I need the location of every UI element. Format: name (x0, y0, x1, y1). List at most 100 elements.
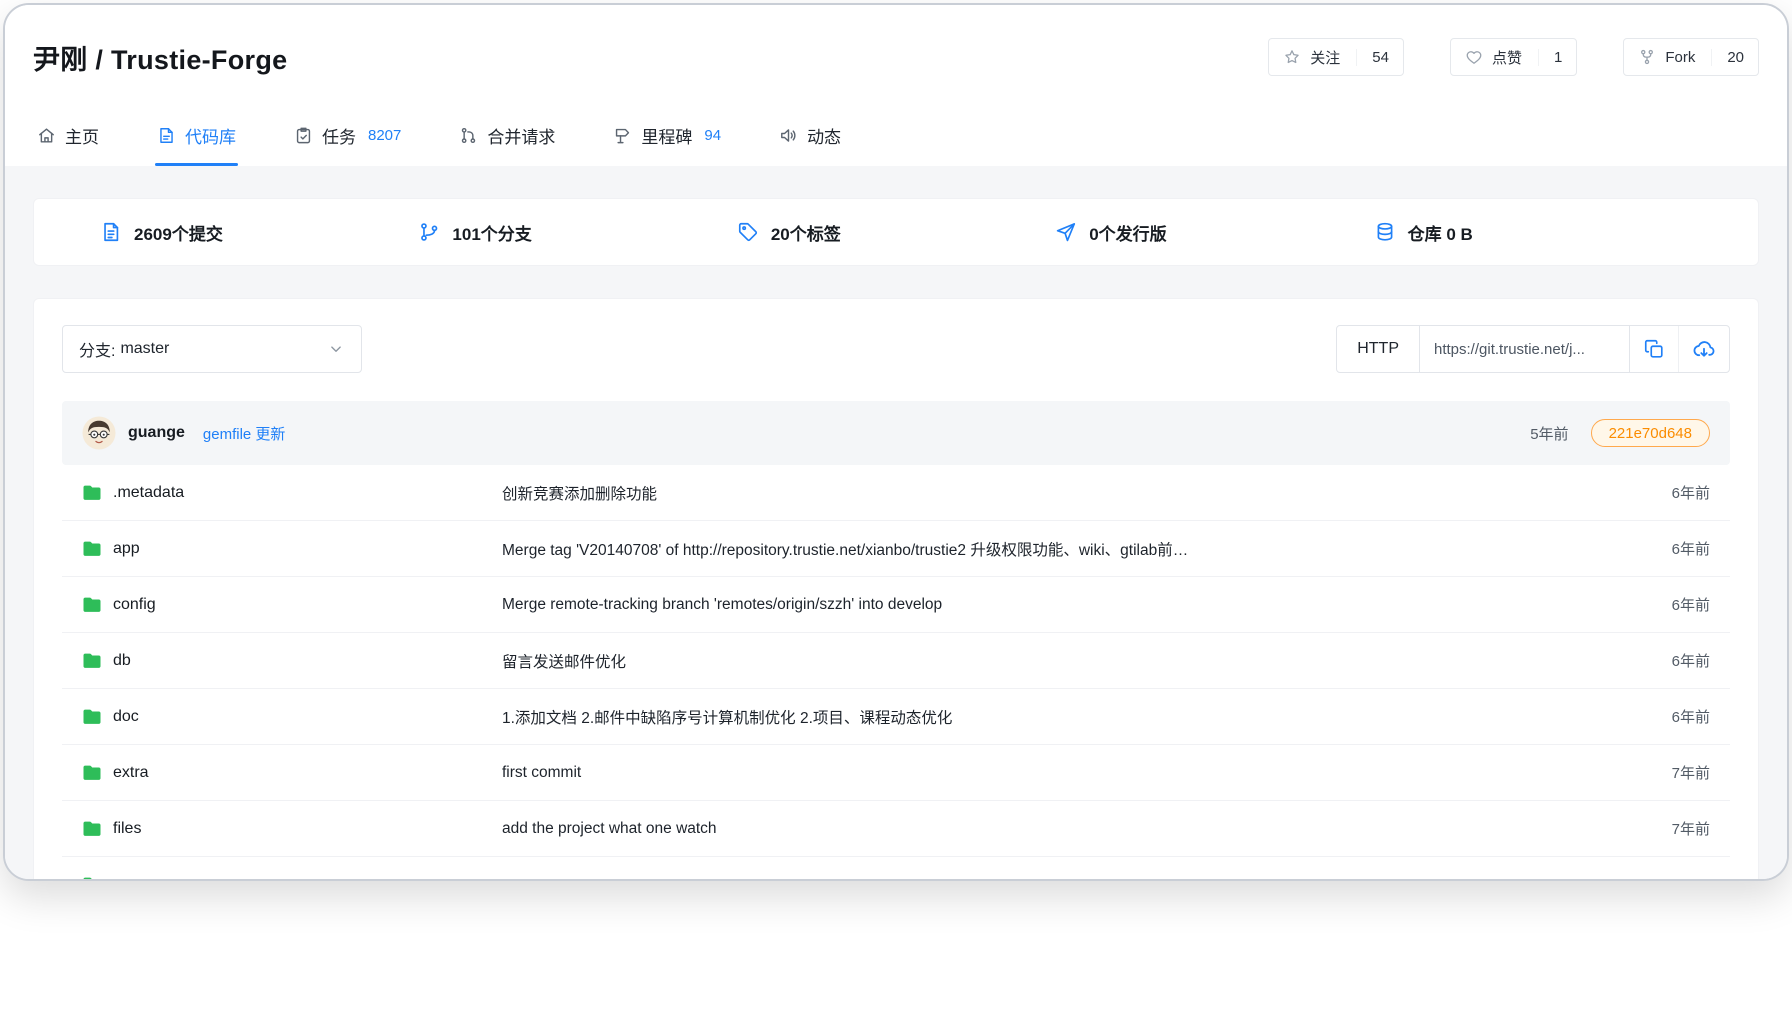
file-commit-message: 1.添加文档 2.邮件中缺陷序号计算机制优化 2.项目、课程动态优化 (502, 706, 1626, 728)
stat-repo-size[interactable]: 仓库 0 B (1374, 220, 1692, 245)
file-list: .metadata 创新竞赛添加删除功能 6年前 app Merge tag '… (62, 465, 1730, 881)
file-commit-message: 创新竞赛添加删除功能 (502, 482, 1626, 504)
file-commit-message: 留言发送邮件优化 (502, 650, 1626, 672)
stat-label: 2609个提交 (134, 220, 223, 245)
file-name: files (113, 820, 141, 838)
praise-label: 点赞 (1492, 47, 1522, 68)
commit-sha-badge[interactable]: 221e70d648 (1591, 419, 1710, 447)
praise-button[interactable]: 点赞 1 (1450, 38, 1577, 76)
file-name: doc (113, 708, 139, 726)
file-updated-time: 7年前 (1626, 818, 1710, 839)
tab-home[interactable]: 主页 (35, 109, 101, 166)
tab-label: 里程碑 (641, 123, 692, 148)
file-row[interactable] (62, 857, 1730, 881)
praise-count: 1 (1538, 49, 1562, 66)
branch-name: master (120, 340, 169, 358)
file-row[interactable]: config Merge remote-tracking branch 'rem… (62, 577, 1730, 633)
stat-label: 20个标签 (771, 220, 841, 245)
repo-browser-card: 分支: master HTTP https://git.trustie.net/… (33, 298, 1759, 881)
copy-icon (1643, 338, 1665, 360)
file-name: .metadata (113, 484, 184, 502)
file-name: app (113, 540, 140, 558)
stat-releases[interactable]: 0个发行版 (1055, 220, 1373, 245)
file-row[interactable]: .metadata 创新竞赛添加删除功能 6年前 (62, 465, 1730, 521)
tab-merge-requests[interactable]: 合并请求 (457, 109, 557, 166)
milestone-icon (613, 126, 632, 145)
folder-icon (82, 707, 102, 727)
commit-file-icon (100, 221, 122, 243)
tab-label: 合并请求 (487, 123, 555, 148)
repo-header: 尹刚 / Trustie-Forge 关注 54 点赞 1 (5, 5, 1787, 166)
git-branch-icon (418, 221, 440, 243)
stat-commits[interactable]: 2609个提交 (100, 220, 418, 245)
watch-button[interactable]: 关注 54 (1268, 38, 1404, 76)
watch-label: 关注 (1310, 47, 1340, 68)
folder-icon (82, 595, 102, 615)
file-updated-time: 7年前 (1626, 762, 1710, 783)
stat-label: 仓库 0 B (1408, 220, 1473, 245)
fork-button[interactable]: Fork 20 (1623, 38, 1759, 76)
stat-tags[interactable]: 20个标签 (737, 220, 1055, 245)
file-updated-time: 6年前 (1626, 538, 1710, 559)
commit-message-link[interactable]: gemfile 更新 (203, 423, 286, 444)
tab-activity[interactable]: 动态 (777, 109, 843, 166)
chevron-down-icon (327, 340, 345, 358)
branch-selector[interactable]: 分支: master (62, 325, 362, 373)
folder-icon (82, 539, 102, 559)
clone-url-field[interactable]: https://git.trustie.net/j... (1420, 326, 1630, 372)
cloud-download-icon (1692, 337, 1716, 361)
folder-icon (82, 875, 102, 882)
commit-time: 5年前 (1530, 423, 1568, 444)
file-row[interactable]: files add the project what one watch 7年前 (62, 801, 1730, 857)
file-commit-message: Merge remote-tracking branch 'remotes/or… (502, 596, 1626, 614)
tab-label: 任务 (322, 123, 356, 148)
fork-count: 20 (1711, 49, 1744, 66)
repo-content: 2609个提交 101个分支 20个标签 0个发行版 (5, 166, 1787, 881)
commit-author[interactable]: guange (128, 424, 185, 442)
tab-label: 动态 (807, 123, 841, 148)
repo-toolbar: 分支: master HTTP https://git.trustie.net/… (62, 325, 1730, 373)
repo-action-buttons: 关注 54 点赞 1 Fork 20 (1268, 38, 1759, 76)
file-row[interactable]: doc 1.添加文档 2.邮件中缺陷序号计算机制优化 2.项目、课程动态优化 6… (62, 689, 1730, 745)
paper-plane-icon (1055, 221, 1077, 243)
watch-count: 54 (1356, 49, 1389, 66)
stat-branches[interactable]: 101个分支 (418, 220, 736, 245)
avatar[interactable] (82, 416, 116, 450)
heart-icon (1465, 48, 1483, 66)
latest-commit-bar: guange gemfile 更新 5年前 221e70d648 (62, 401, 1730, 465)
speaker-icon (779, 126, 798, 145)
file-row[interactable]: extra first commit 7年前 (62, 745, 1730, 801)
file-updated-time: 6年前 (1626, 650, 1710, 671)
task-icon (294, 126, 313, 145)
file-name: extra (113, 764, 149, 782)
file-name: db (113, 652, 131, 670)
tab-label: 主页 (65, 123, 99, 148)
database-icon (1374, 221, 1396, 243)
file-row[interactable]: app Merge tag 'V20140708' of http://repo… (62, 521, 1730, 577)
milestones-count-badge: 94 (704, 127, 721, 144)
app-window: 尹刚 / Trustie-Forge 关注 54 点赞 1 (3, 3, 1789, 881)
tab-repository[interactable]: 代码库 (155, 109, 238, 166)
star-icon (1283, 48, 1301, 66)
file-name: config (113, 596, 156, 614)
fork-icon (1638, 48, 1656, 66)
clone-url-group: HTTP https://git.trustie.net/j... (1336, 325, 1730, 373)
folder-icon (82, 819, 102, 839)
tab-milestones[interactable]: 里程碑 94 (611, 109, 723, 166)
file-commit-message: first commit (502, 764, 1626, 782)
copy-url-button[interactable] (1630, 326, 1678, 372)
download-button[interactable] (1678, 326, 1729, 372)
tag-icon (737, 221, 759, 243)
page-title: 尹刚 / Trustie-Forge (33, 38, 287, 77)
file-commit-message: Merge tag 'V20140708' of http://reposito… (502, 538, 1626, 560)
tab-issues[interactable]: 任务 8207 (292, 109, 403, 166)
fork-label: Fork (1665, 49, 1695, 66)
repository-icon (157, 126, 176, 145)
protocol-toggle[interactable]: HTTP (1337, 326, 1420, 372)
file-row[interactable]: db 留言发送邮件优化 6年前 (62, 633, 1730, 689)
stat-label: 0个发行版 (1089, 220, 1166, 245)
branch-label: 分支: (79, 337, 115, 361)
stat-label: 101个分支 (452, 220, 531, 245)
file-updated-time: 6年前 (1626, 594, 1710, 615)
repo-stats-bar: 2609个提交 101个分支 20个标签 0个发行版 (33, 198, 1759, 266)
